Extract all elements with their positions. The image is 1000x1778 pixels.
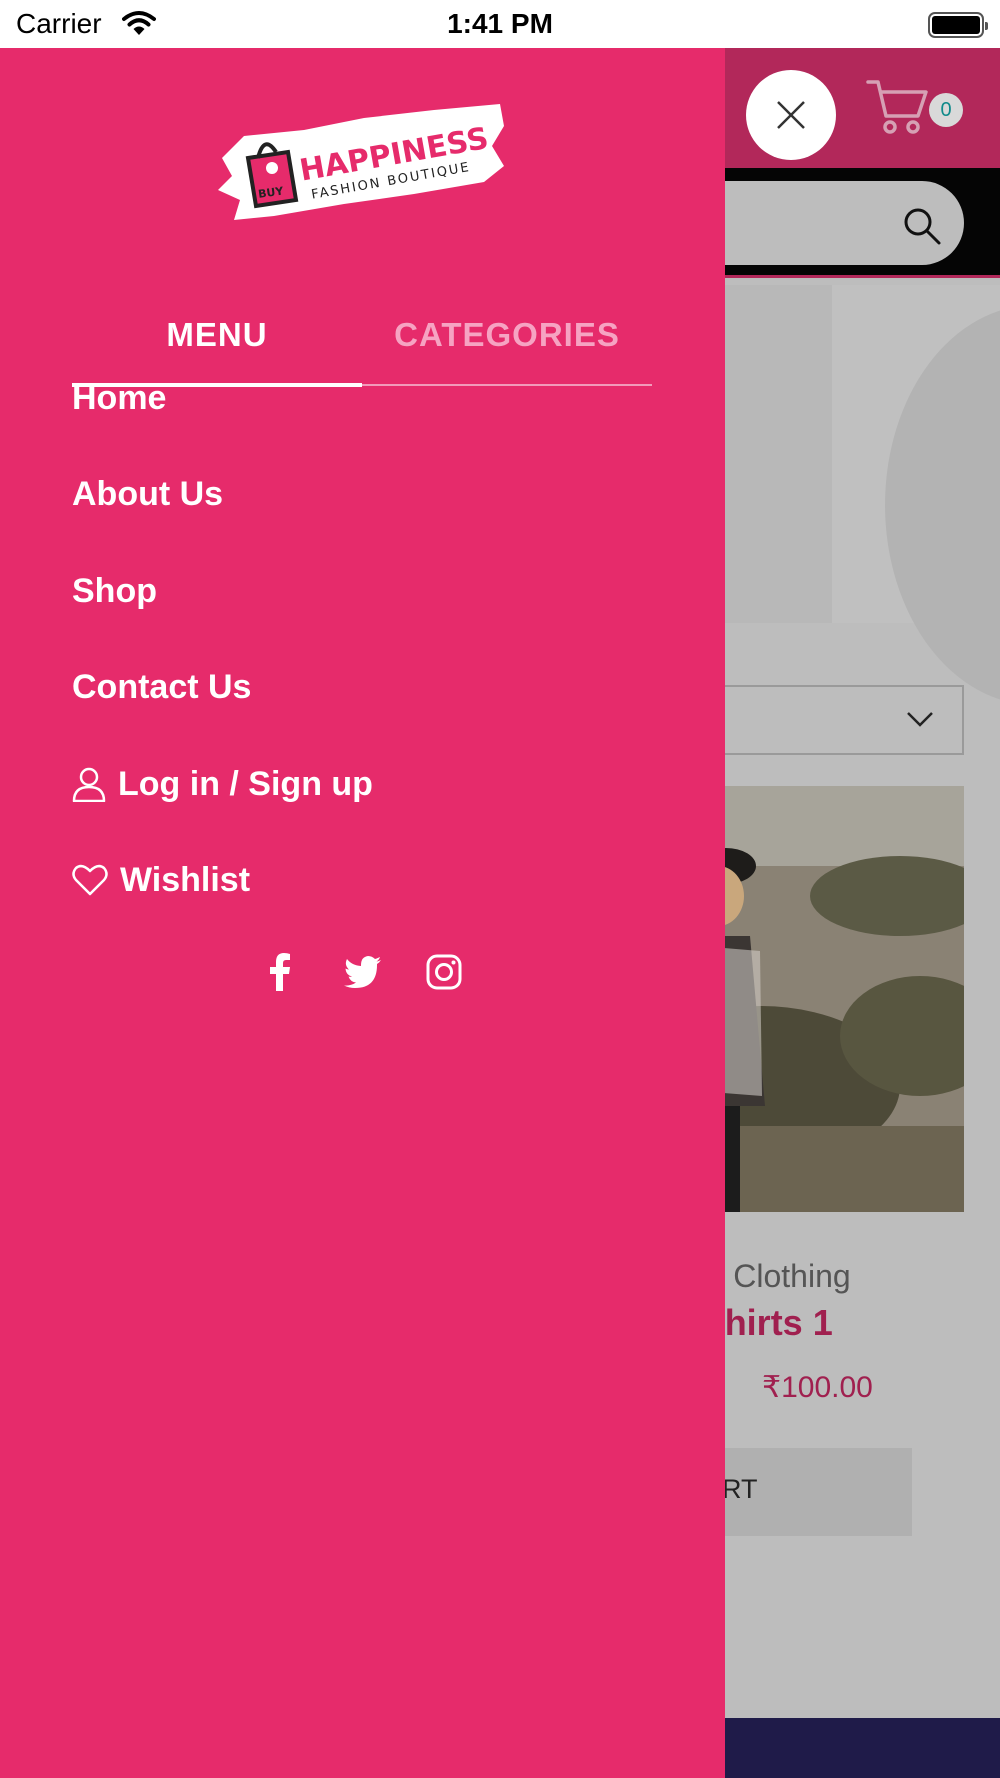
menu-item-label: Log in / Sign up [118, 764, 373, 803]
search-icon[interactable] [902, 206, 942, 250]
user-icon [72, 767, 106, 802]
twitter-icon[interactable] [342, 950, 384, 994]
menu-item-label: Contact Us [72, 667, 252, 706]
product-image[interactable] [690, 786, 964, 1212]
menu-item-contact-us[interactable]: Contact Us [72, 657, 251, 717]
heart-icon [72, 864, 108, 896]
status-bar: Carrier 1:41 PM [0, 0, 1000, 48]
cart-count-badge: 0 [929, 93, 963, 127]
menu-item-label: About Us [72, 474, 224, 513]
product-price: ₹100.00 [762, 1371, 873, 1404]
menu-item-label: Shop [72, 571, 157, 610]
clock: 1:41 PM [447, 8, 553, 39]
tab-categories[interactable]: CATEGORIES [362, 262, 652, 386]
cart-icon [866, 80, 928, 134]
battery-icon [928, 12, 988, 38]
menu-item-login[interactable]: Log in / Sign up [72, 754, 373, 814]
cart-button[interactable] [866, 78, 930, 140]
close-drawer-button[interactable] [746, 70, 836, 160]
menu-item-home[interactable]: Home [72, 368, 166, 428]
menu-item-label: Wishlist [120, 860, 251, 899]
instagram-icon[interactable] [424, 950, 464, 994]
menu-item-wishlist[interactable]: Wishlist [72, 850, 250, 910]
brand-logo[interactable]: BUY HAPPINESS FASHION BOUTIQUE [214, 96, 510, 226]
menu-item-label: Home [72, 378, 167, 417]
menu-item-shop[interactable]: Shop [72, 561, 157, 621]
menu-item-about-us[interactable]: About Us [72, 464, 223, 524]
facebook-icon[interactable] [262, 950, 298, 994]
close-icon [777, 101, 805, 129]
side-drawer: BUY HAPPINESS FASHION BOUTIQUE MENU CATE… [0, 48, 725, 1778]
chevron-down-icon [906, 710, 934, 732]
